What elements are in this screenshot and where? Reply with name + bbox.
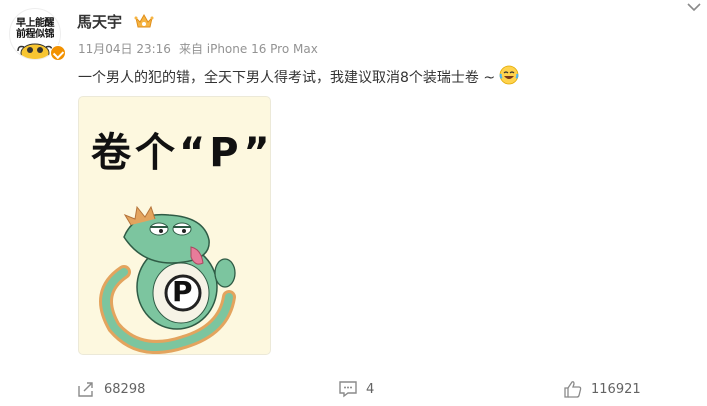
post-meta: 11月04日 23:16 来自 iPhone 16 Pro Max [78, 40, 318, 57]
repost-count: 68298 [104, 381, 146, 397]
post-text: 一个男人的犯的错，全天下男人得考试，我建议取消8个装瑞士卷 ~ [78, 65, 519, 87]
verified-badge-icon [50, 45, 66, 61]
comment-icon [339, 381, 357, 398]
comment-count: 4 [366, 381, 375, 397]
post-text-body: 一个男人的犯的错，全天下男人得考试，我建议取消8个装瑞士卷 ~ [78, 70, 496, 86]
badge-letter: P [172, 275, 193, 308]
share-icon [78, 382, 93, 397]
comment-button[interactable]: 4 [338, 380, 374, 398]
post-source: 来自 iPhone 16 Pro Max [178, 42, 318, 56]
dragon-illustration [99, 205, 236, 354]
chevron-down-icon[interactable] [685, 0, 703, 14]
username[interactable]: 馬天宇 [77, 11, 122, 32]
thumbs-up-icon [564, 381, 582, 398]
crown-icon[interactable] [133, 12, 155, 30]
like-button[interactable]: 116921 [563, 380, 641, 398]
laugh-tears-icon [499, 65, 519, 85]
post-image[interactable]: 卷个“P” P [78, 96, 271, 355]
post-time[interactable]: 11月04日 23:16 [78, 42, 171, 56]
like-count: 116921 [591, 381, 641, 397]
repost-button[interactable]: 68298 [76, 380, 145, 398]
